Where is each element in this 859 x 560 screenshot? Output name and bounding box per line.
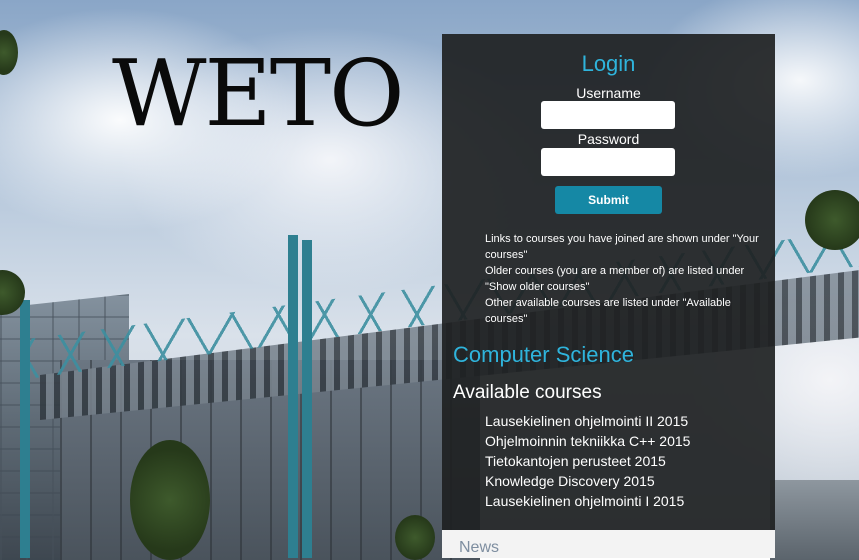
courses-info: Links to courses you have joined are sho… <box>485 231 765 327</box>
news-section: News <box>442 530 775 558</box>
background-tree <box>805 190 859 250</box>
background-tree <box>130 440 210 560</box>
course-link[interactable]: Tietokantojen perusteet 2015 <box>485 451 690 471</box>
department-title: Computer Science <box>453 342 634 367</box>
login-title: Login <box>581 51 636 76</box>
course-link[interactable]: Ohjelmoinnin tekniikka C++ 2015 <box>485 431 690 451</box>
weto-logo: WETO <box>112 40 405 147</box>
info-line: Older courses (you are a member of) are … <box>485 265 745 293</box>
news-heading[interactable]: News <box>459 539 499 557</box>
background-building-right <box>770 480 859 560</box>
info-line: Other available courses are listed under… <box>485 297 731 325</box>
background-pillar <box>20 300 30 558</box>
course-link[interactable]: Knowledge Discovery 2015 <box>485 471 690 491</box>
password-label: Password <box>577 131 640 147</box>
background-pillar <box>288 235 298 558</box>
background-tree <box>395 515 435 560</box>
info-line: Links to courses you have joined are sho… <box>485 233 759 261</box>
available-courses-heading: Available courses <box>453 382 602 403</box>
course-link[interactable]: Lausekielinen ohjelmointi I 2015 <box>485 491 690 511</box>
background-pillar <box>302 240 312 558</box>
password-field[interactable] <box>541 148 675 176</box>
username-field[interactable] <box>541 101 675 129</box>
username-label: Username <box>576 85 641 101</box>
available-courses-list: Lausekielinen ohjelmointi II 2015 Ohjelm… <box>485 411 690 511</box>
submit-button[interactable]: Submit <box>555 186 662 214</box>
course-link[interactable]: Lausekielinen ohjelmointi II 2015 <box>485 411 690 431</box>
